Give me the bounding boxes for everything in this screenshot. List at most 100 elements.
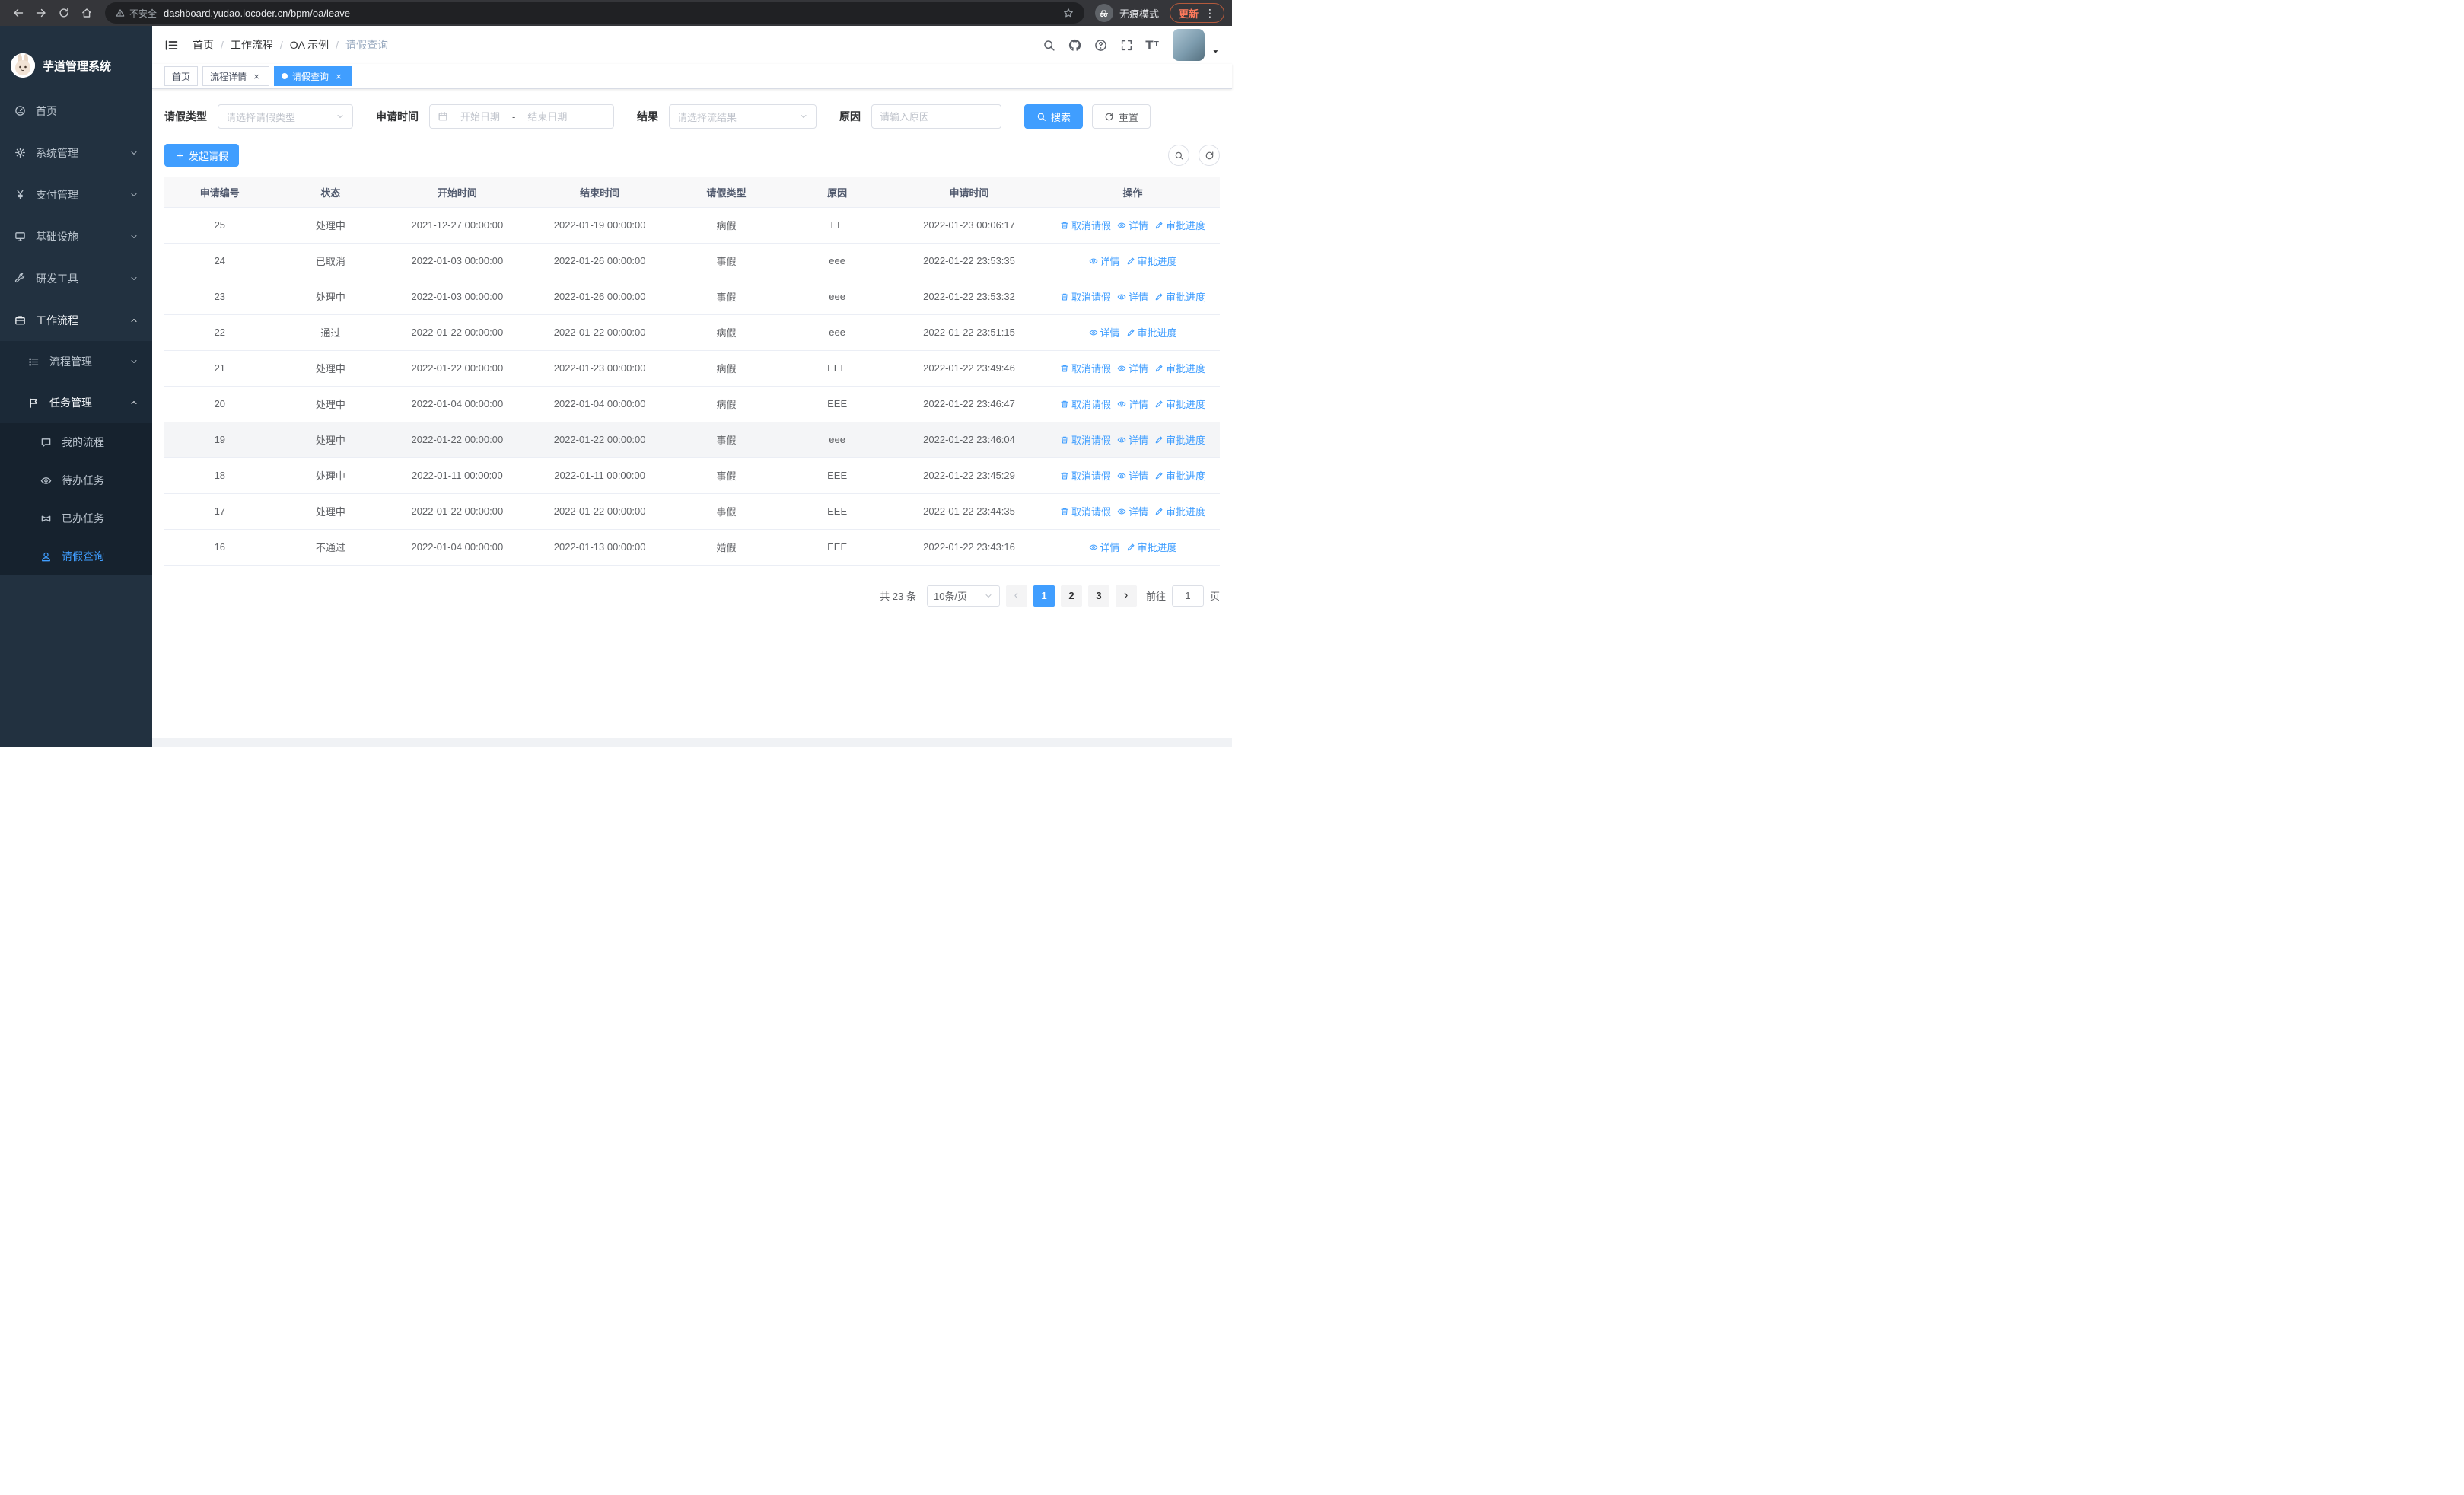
close-tag-icon[interactable]: ×	[251, 71, 262, 82]
sidebar-item-devtools[interactable]: 研发工具	[0, 257, 152, 299]
breadcrumb-item-workflow[interactable]: 工作流程	[231, 37, 273, 53]
caret-down-icon[interactable]	[1211, 47, 1220, 56]
browser-reload-button[interactable]	[53, 2, 75, 24]
bookmark-star-icon[interactable]	[1063, 8, 1074, 18]
page-size-select[interactable]: 10条/页	[926, 585, 1000, 607]
toggle-search-button[interactable]	[1168, 145, 1189, 166]
breadcrumb-item-home[interactable]: 首页	[193, 37, 214, 53]
apply-time-label: 申请时间	[376, 110, 419, 123]
cancel-action-link[interactable]: 取消请假	[1060, 218, 1111, 232]
cancel-action-link[interactable]: 取消请假	[1060, 361, 1111, 375]
browser-forward-button[interactable]	[30, 2, 52, 24]
search-icon[interactable]	[1037, 33, 1060, 56]
reset-button[interactable]: 重置	[1092, 104, 1151, 129]
sidebar-item-workflow[interactable]: 工作流程	[0, 299, 152, 341]
next-page-button[interactable]	[1115, 585, 1137, 607]
progress-action-link[interactable]: 审批进度	[1154, 361, 1205, 375]
app-logo[interactable]: 芋道管理系统	[0, 26, 152, 90]
help-icon[interactable]	[1089, 33, 1112, 56]
close-tag-icon[interactable]: ×	[333, 71, 344, 82]
detail-action-link[interactable]: 详情	[1117, 289, 1148, 304]
kebab-menu-icon[interactable]: ⋮	[1205, 7, 1215, 20]
progress-action-link[interactable]: 审批进度	[1154, 218, 1205, 232]
sidebar-item-home[interactable]: 首页	[0, 90, 152, 132]
prev-page-button[interactable]	[1005, 585, 1027, 607]
search-icon	[1174, 151, 1184, 161]
result-select[interactable]: 请选择流结果	[669, 104, 817, 129]
user-avatar[interactable]	[1173, 29, 1205, 61]
font-size-icon[interactable]: TT	[1141, 33, 1164, 56]
tab-home[interactable]: 首页	[164, 66, 199, 86]
browser-back-button[interactable]	[8, 2, 29, 24]
breadcrumb-item-oa-example[interactable]: OA 示例	[290, 37, 329, 53]
sidebar-item-system[interactable]: 系统管理	[0, 132, 152, 174]
detail-action-link[interactable]: 详情	[1089, 325, 1120, 339]
detail-action-link[interactable]: 详情	[1117, 361, 1148, 375]
sidebar-collapse-icon[interactable]	[164, 38, 179, 53]
goto-page-input[interactable]	[1171, 585, 1204, 607]
url-text[interactable]: dashboard.yudao.iocoder.cn/bpm/oa/leave	[164, 8, 1056, 19]
browser-update-button[interactable]: 更新 ⋮	[1169, 3, 1224, 23]
progress-action-link[interactable]: 审批进度	[1126, 540, 1177, 554]
sidebar-item-label: 工作流程	[36, 314, 78, 327]
detail-action-link[interactable]: 详情	[1117, 218, 1148, 232]
github-icon[interactable]	[1063, 33, 1086, 56]
sidebar-item-my-process[interactable]: 我的流程	[0, 423, 152, 461]
reason-input[interactable]	[871, 104, 1001, 129]
sidebar-item-todo-tasks[interactable]: 待办任务	[0, 461, 152, 499]
progress-action-link[interactable]: 审批进度	[1154, 468, 1205, 483]
cell-reason: eee	[782, 279, 893, 315]
cell-id: 17	[164, 493, 275, 530]
detail-action-link[interactable]: 详情	[1089, 253, 1120, 268]
search-button[interactable]: 搜索	[1024, 104, 1084, 129]
bunny-logo-icon	[11, 53, 35, 78]
page-button-3[interactable]: 3	[1087, 585, 1109, 607]
detail-action-link[interactable]: 详情	[1117, 504, 1148, 518]
address-bar[interactable]: 不安全 dashboard.yudao.iocoder.cn/bpm/oa/le…	[105, 2, 1084, 24]
leave-type-select[interactable]: 请选择请假类型	[218, 104, 353, 129]
sidebar-item-task-management[interactable]: 任务管理	[0, 382, 152, 423]
end-date-input[interactable]	[520, 110, 575, 123]
tab-leave-query[interactable]: 请假查询 ×	[274, 66, 352, 86]
chevron-down-icon	[984, 591, 993, 601]
cancel-action-link[interactable]: 取消请假	[1060, 432, 1111, 447]
detail-action-link[interactable]: 详情	[1117, 468, 1148, 483]
detail-action-link[interactable]: 详情	[1089, 540, 1120, 554]
progress-action-link[interactable]: 审批进度	[1154, 397, 1205, 411]
progress-action-link[interactable]: 审批进度	[1154, 432, 1205, 447]
tab-process-detail[interactable]: 流程详情 ×	[202, 66, 270, 86]
page-button-1[interactable]: 1	[1033, 585, 1055, 607]
sidebar-item-infrastructure[interactable]: 基础设施	[0, 215, 152, 257]
date-range-picker[interactable]: -	[429, 104, 614, 129]
action-label: 详情	[1129, 470, 1149, 482]
progress-action-link[interactable]: 审批进度	[1126, 325, 1177, 339]
page-button-2[interactable]: 2	[1060, 585, 1082, 607]
cancel-action-link[interactable]: 取消请假	[1060, 397, 1111, 411]
browser-home-button[interactable]	[76, 2, 97, 24]
chevron-right-icon	[1121, 591, 1131, 601]
sidebar-item-payment[interactable]: 支付管理	[0, 174, 152, 215]
progress-action-link[interactable]: 审批进度	[1126, 253, 1177, 268]
security-status[interactable]: 不安全	[116, 7, 157, 20]
table-row: 16 不通过 2022-01-04 00:00:00 2022-01-13 00:00…	[164, 529, 1220, 566]
fullscreen-icon[interactable]	[1115, 33, 1138, 56]
create-leave-button[interactable]: 发起请假	[164, 144, 240, 167]
cell-leave-type: 事假	[670, 279, 782, 315]
cell-id: 25	[164, 207, 275, 244]
sidebar-item-label: 流程管理	[49, 355, 92, 368]
cancel-action-link[interactable]: 取消请假	[1060, 504, 1111, 518]
detail-action-link[interactable]: 详情	[1117, 397, 1148, 411]
progress-action-link[interactable]: 审批进度	[1154, 504, 1205, 518]
cell-start-time: 2021-12-27 00:00:00	[386, 207, 529, 244]
progress-action-link[interactable]: 审批进度	[1154, 289, 1205, 304]
start-date-input[interactable]	[453, 110, 508, 123]
cancel-action-link[interactable]: 取消请假	[1060, 468, 1111, 483]
sidebar-item-done-tasks[interactable]: 已办任务	[0, 499, 152, 537]
cell-leave-type: 事假	[670, 422, 782, 458]
detail-action-link[interactable]: 详情	[1117, 432, 1148, 447]
sidebar-item-process-management[interactable]: 流程管理	[0, 341, 152, 382]
refresh-table-button[interactable]	[1199, 145, 1220, 166]
sidebar-item-leave-query[interactable]: 请假查询	[0, 537, 152, 575]
cancel-action-link[interactable]: 取消请假	[1060, 289, 1111, 304]
warning-icon	[116, 8, 125, 18]
